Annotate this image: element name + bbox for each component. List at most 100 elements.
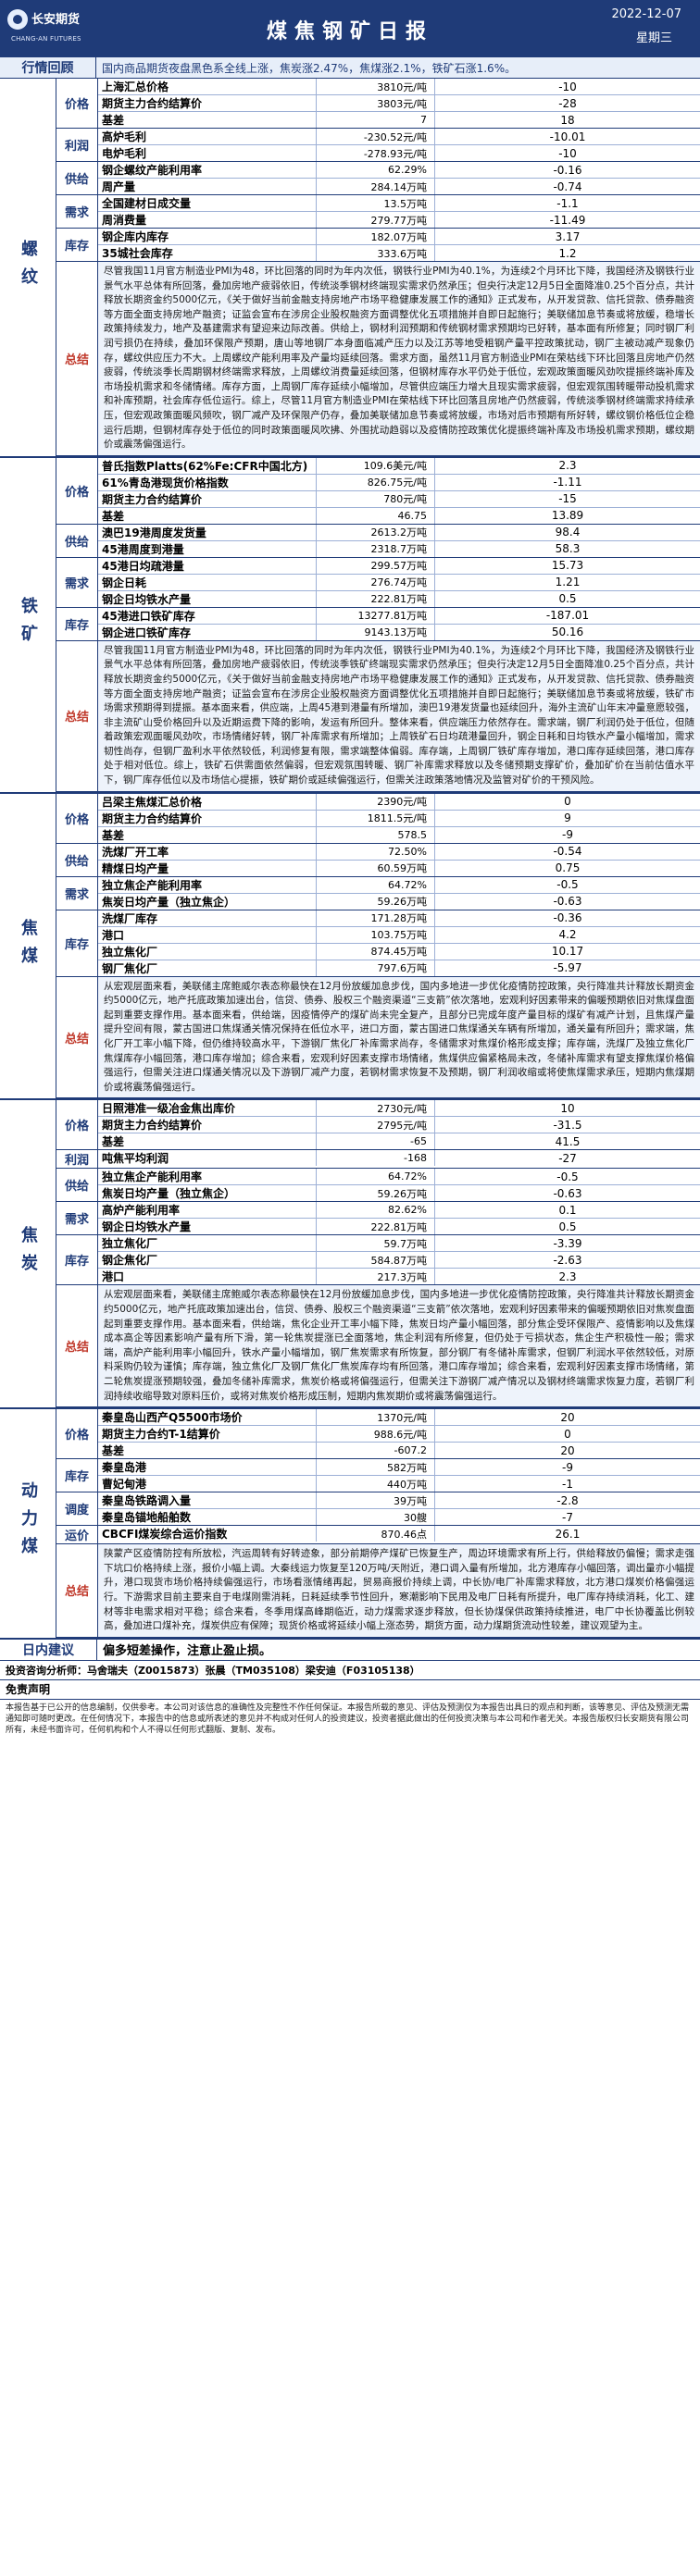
metric-change: -1 <box>562 1477 573 1491</box>
metric-name: 45港进口铁矿库存 <box>98 607 317 624</box>
metric-group-label: 需求 <box>56 1202 98 1235</box>
metric-name: 基差 <box>98 507 317 524</box>
metric-row: 期货主力合约结算价 2795元/吨 -31.5 <box>98 1117 700 1134</box>
metric-change: 0.1 <box>558 1203 577 1217</box>
metric-row: 港口 103.75万吨 4.2 <box>98 926 700 944</box>
metric-name: 钢企进口铁矿库存 <box>98 624 317 640</box>
metric-value: 2390元/吨 <box>317 793 435 810</box>
metric-row: 吕梁主焦煤汇总价格 2390元/吨 0 <box>98 793 700 811</box>
metric-group-label: 价格 <box>56 1409 98 1459</box>
metric-group: 运价 CBCFI煤炭综合运价指数 870.46点 26.1 <box>56 1526 700 1545</box>
daily-advice-label: 日内建议 <box>0 1639 97 1660</box>
metric-change: -0.5 <box>556 1170 579 1183</box>
metric-group: 库存 秦皇岛港 582万吨 -9 曹妃甸港 440万吨 -1 <box>56 1459 700 1493</box>
metric-row: 期货主力合约结算价 780元/吨 -15 <box>98 490 700 508</box>
metric-group-label: 价格 <box>56 79 98 128</box>
metric-name: 钢企日均铁水产量 <box>98 1219 317 1235</box>
metric-row: 澳巴19港周度发货量 2613.2万吨 98.4 <box>98 524 700 541</box>
metric-rows: 秦皇岛铁路调入量 39万吨 -2.8 秦皇岛锚地船舶数 30艘 -7 <box>98 1492 700 1526</box>
metric-value: 279.77万吨 <box>317 212 435 228</box>
summary-label: 总结 <box>56 976 98 1098</box>
metric-name: 基差 <box>98 1443 317 1459</box>
metric-change: 4.2 <box>558 928 577 942</box>
metric-row: CBCFI煤炭综合运价指数 870.46点 26.1 <box>98 1526 700 1542</box>
metric-row: 钢企日均铁水产量 222.81万吨 0.5 <box>98 590 700 607</box>
metric-change: -0.5 <box>556 878 579 892</box>
metric-value: -278.93元/吨 <box>317 145 435 161</box>
metric-group-label: 需求 <box>56 557 98 607</box>
metric-name: CBCFI煤炭综合运价指数 <box>98 1526 317 1542</box>
metric-change: 10 <box>560 1101 575 1115</box>
report-title: 煤焦钢矿日报 <box>266 20 433 43</box>
metric-name: 电炉毛利 <box>98 145 317 161</box>
metric-rows: 洗煤厂开工率 72.50% -0.54 精煤日均产量 60.59万吨 0.75 <box>98 843 700 876</box>
metric-value: 7 <box>317 112 435 128</box>
metric-name: 澳巴19港周度发货量 <box>98 524 317 540</box>
section-3: 焦炭 价格 日照港准一级冶金焦出库价 2730元/吨 10 期货主力合约结算价 2795元/… <box>0 1100 700 1410</box>
metric-change: -2.63 <box>553 1253 582 1267</box>
metric-group: 库存 独立焦化厂 59.7万吨 -3.39 钢企焦化厂 584.87万吨 -2.63 港口 21… <box>56 1235 700 1286</box>
metric-name: 焦炭日均产量（独立焦企） <box>98 1185 317 1202</box>
metric-name: 高炉产能利用率 <box>98 1202 317 1219</box>
section-body: 价格 普氏指数Platts(62%Fe:CFR中国北方) 109.6美元/吨 2.3 6… <box>56 457 700 792</box>
metric-value: 62.29% <box>317 162 435 178</box>
metric-value: 30艘 <box>317 1509 435 1526</box>
metric-group-label: 供给 <box>56 1169 98 1202</box>
metric-name: 独立焦企产能利用率 <box>98 1169 317 1185</box>
metric-change: -0.63 <box>553 1186 582 1200</box>
section-name: 铁矿 <box>0 457 56 792</box>
metric-group: 库存 钢企库内库存 182.07万吨 3.17 35城社会库存 333.6万吨 1.2 <box>56 229 700 262</box>
metric-name: 吕梁主焦煤汇总价格 <box>98 793 317 810</box>
metric-group: 价格 吕梁主焦煤汇总价格 2390元/吨 0 期货主力合约结算价 1811.5元/吨 9 基差… <box>56 793 700 844</box>
metric-group-label: 需求 <box>56 876 98 910</box>
metric-row: 周消费量 279.77万吨 -11.49 <box>98 212 700 228</box>
section-4: 动力煤 价格 秦皇岛山西产Q5500市场价 1370元/吨 20 期货主力合约T-1结算价… <box>0 1409 700 1640</box>
metric-group: 需求 独立焦企产能利用率 64.72% -0.5 焦炭日均产量（独立焦企） 59.26万吨… <box>56 876 700 910</box>
metric-change: 2.3 <box>558 1269 577 1283</box>
metric-value: 59.26万吨 <box>317 1185 435 1202</box>
metric-value: 59.26万吨 <box>317 893 435 910</box>
metric-row: 钢企日耗 276.74万吨 1.21 <box>98 574 700 591</box>
summary-label: 总结 <box>56 1285 98 1407</box>
metric-row: 普氏指数Platts(62%Fe:CFR中国北方) 109.6美元/吨 2.3 <box>98 457 700 475</box>
metric-row: 钢企日均铁水产量 222.81万吨 0.5 <box>98 1219 700 1235</box>
report-weekday: 星期三 <box>635 31 672 45</box>
metric-name: 期货主力合约结算价 <box>98 810 317 826</box>
metric-value: 578.5 <box>317 826 435 843</box>
metric-value: 2318.7万吨 <box>317 540 435 557</box>
metric-value: 797.6万吨 <box>317 960 435 976</box>
metric-group-label: 利润 <box>56 1150 98 1169</box>
metric-name: 期货主力合约T-1结算价 <box>98 1426 317 1443</box>
metric-value: 1811.5元/吨 <box>317 810 435 826</box>
metric-row: 独立焦化厂 874.45万吨 10.17 <box>98 943 700 960</box>
metric-row: 45港日均疏港量 299.57万吨 15.73 <box>98 557 700 575</box>
metric-row: 基差 -65 41.5 <box>98 1133 700 1150</box>
metric-row: 钢企库内库存 182.07万吨 3.17 <box>98 229 700 245</box>
metric-row: 独立焦企产能利用率 64.72% -0.5 <box>98 876 700 894</box>
metric-name: 钢企螺纹产能利用率 <box>98 162 317 178</box>
metric-name: 曹妃甸港 <box>98 1476 317 1492</box>
metric-name: 秦皇岛铁路调入量 <box>98 1492 317 1509</box>
metric-change: 1.21 <box>555 576 581 589</box>
metric-group-label: 需求 <box>56 195 98 228</box>
analyst-list: 投资咨询分析师：马舍瑞夫（Z0015873）张晨（TM035108）梁安迪（F0… <box>0 1661 700 1680</box>
metric-value: 2795元/吨 <box>317 1117 435 1133</box>
metric-name: 钢企日耗 <box>98 574 317 590</box>
metric-group-label: 供给 <box>56 843 98 876</box>
metric-row: 港口 217.3万吨 2.3 <box>98 1269 700 1285</box>
metric-group: 供给 钢企螺纹产能利用率 62.29% -0.16 周产量 284.14万吨 -0.74 <box>56 162 700 195</box>
metric-row: 钢企螺纹产能利用率 62.29% -0.16 <box>98 162 700 179</box>
metric-value: 222.81万吨 <box>317 1219 435 1235</box>
metric-value: 64.72% <box>317 876 435 893</box>
summary-label: 总结 <box>56 1544 98 1637</box>
metric-row: 钢企进口铁矿库存 9143.13万吨 50.16 <box>98 624 700 640</box>
metric-value: 870.46点 <box>317 1526 435 1542</box>
metric-name: 周消费量 <box>98 212 317 228</box>
metric-name: 洗煤厂库存 <box>98 910 317 926</box>
section-name: 焦炭 <box>0 1100 56 1408</box>
metric-rows: 45港日均疏港量 299.57万吨 15.73 钢企日耗 276.74万吨 1.21 钢企日… <box>98 557 700 607</box>
metric-rows: 秦皇岛港 582万吨 -9 曹妃甸港 440万吨 -1 <box>98 1459 700 1492</box>
metric-value: 988.6元/吨 <box>317 1426 435 1443</box>
metric-change: 50.16 <box>551 625 584 639</box>
metric-change: -10.01 <box>549 130 586 143</box>
